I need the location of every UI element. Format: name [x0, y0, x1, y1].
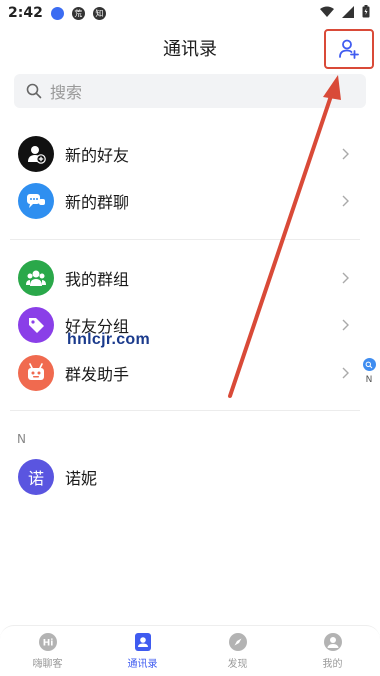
contact-item[interactable]: 诺 诺妮 — [0, 454, 380, 500]
tab-label: 发现 — [227, 659, 248, 670]
bottom-tab-bar: Hi 嗨聊客 通讯录 发现 我的 — [0, 625, 380, 676]
alphabet-index-bar[interactable]: N — [362, 358, 376, 385]
tab-contacts[interactable]: 通讯录 — [95, 626, 190, 676]
search-icon[interactable] — [362, 358, 376, 371]
list-item-friend-groups[interactable]: 好友分组 — [0, 302, 380, 348]
signal-icon — [342, 5, 354, 18]
list-item-label: 我的群组 — [65, 270, 130, 289]
search-input[interactable]: 搜索 — [14, 74, 366, 108]
chat-bubble-icon: Hi — [38, 633, 57, 651]
status-bar: 2:42 荒 知 — [0, 0, 380, 26]
tab-discover[interactable]: 发现 — [190, 626, 285, 676]
profile-icon — [323, 633, 342, 651]
list-item-label: 新的群聊 — [65, 193, 130, 212]
divider — [10, 239, 360, 240]
chevron-right-icon — [342, 319, 349, 331]
list-item-new-group-chat[interactable]: 新的群聊 — [0, 178, 380, 224]
contact-name: 诺妮 — [65, 469, 98, 488]
app-notification-icon: 荒 — [71, 6, 85, 20]
watermark-text: hnlcjr.com — [67, 331, 151, 348]
chevron-right-icon — [342, 148, 349, 160]
page-title: 通讯录 — [163, 39, 217, 60]
list-item-my-groups[interactable]: 我的群组 — [0, 255, 380, 301]
chevron-right-icon — [342, 195, 349, 207]
tab-chat[interactable]: Hi 嗨聊客 — [0, 626, 95, 676]
add-friend-button[interactable] — [324, 29, 374, 69]
tab-label: 嗨聊客 — [32, 659, 63, 670]
search-icon — [26, 83, 42, 99]
battery-icon — [362, 5, 370, 18]
status-time: 2:42 — [8, 5, 43, 21]
list-item-label: 新的好友 — [65, 146, 130, 165]
contacts-icon — [134, 633, 151, 651]
tab-label: 我的 — [322, 659, 343, 670]
robot-icon — [18, 355, 54, 391]
app-notification-icon — [50, 6, 64, 20]
list-item-label: 群发助手 — [65, 365, 130, 384]
header: 通讯录 — [0, 26, 380, 70]
group-icon — [18, 260, 54, 296]
svg-text:Hi: Hi — [42, 639, 53, 649]
compass-icon — [228, 633, 247, 651]
chevron-right-icon — [342, 367, 349, 379]
group-chat-icon — [18, 183, 54, 219]
avatar: 诺 — [18, 459, 54, 495]
list-item-broadcast-assistant[interactable]: 群发助手 — [0, 350, 380, 396]
search-placeholder: 搜索 — [50, 83, 83, 102]
status-indicators — [320, 5, 370, 18]
divider — [10, 410, 360, 411]
list-item-new-friends[interactable]: 新的好友 — [0, 131, 380, 177]
app-notification-icon: 知 — [92, 6, 106, 20]
chevron-right-icon — [342, 272, 349, 284]
index-letter[interactable]: N — [366, 375, 373, 385]
add-friend-icon — [339, 39, 359, 59]
tag-icon — [18, 307, 54, 343]
tab-profile[interactable]: 我的 — [285, 626, 380, 676]
section-letter: N — [17, 432, 26, 446]
wifi-icon — [320, 6, 334, 17]
tab-label: 通讯录 — [127, 659, 158, 670]
person-add-icon — [18, 136, 54, 172]
